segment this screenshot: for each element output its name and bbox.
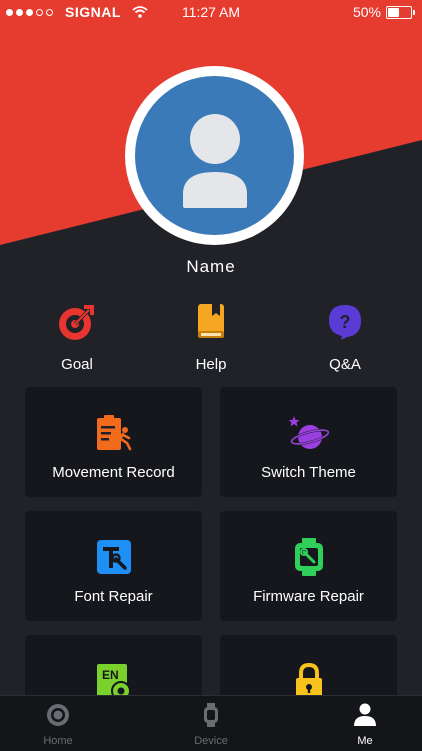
user-silhouette-icon: [183, 114, 247, 208]
svg-text:EN: EN: [102, 668, 119, 682]
avatar: [135, 76, 294, 235]
goal-button[interactable]: Goal: [22, 302, 132, 373]
font-repair-label: Font Repair: [74, 588, 153, 605]
tab-me[interactable]: Me: [325, 702, 405, 747]
profile-name[interactable]: Name: [0, 257, 422, 277]
tab-device-label: Device: [194, 735, 228, 747]
battery-icon: [386, 5, 415, 19]
person-icon: [354, 703, 376, 726]
qa-button[interactable]: ? Q&A: [290, 302, 400, 373]
movement-record-label: Movement Record: [52, 464, 175, 481]
help-button[interactable]: Help: [156, 302, 266, 373]
help-label: Help: [195, 356, 227, 373]
movement-record-icon: [96, 415, 131, 451]
firmware-repair-icon: [294, 538, 323, 576]
qa-icon: ?: [329, 305, 361, 340]
svg-text:?: ?: [340, 312, 351, 332]
status-bar: SIGNAL 11:27 AM 50%: [0, 0, 422, 24]
font-repair-icon: [96, 540, 131, 574]
movement-record-card[interactable]: Movement Record: [25, 387, 202, 497]
battery-percent: 50%: [352, 4, 381, 20]
tab-bar: Home Device Me: [0, 695, 422, 751]
switch-theme-label: Switch Theme: [261, 464, 356, 481]
tab-device[interactable]: Device: [171, 702, 251, 747]
firmware-repair-card[interactable]: Firmware Repair: [220, 511, 397, 621]
planet-theme-icon: [288, 416, 330, 449]
goal-label: Goal: [61, 356, 93, 373]
battery-fill: [388, 7, 399, 17]
home-ring-icon: [47, 704, 69, 726]
goal-icon: [59, 305, 94, 340]
help-book-icon: [198, 304, 224, 338]
tab-me-label: Me: [357, 735, 373, 747]
tab-home[interactable]: Home: [18, 702, 98, 747]
firmware-repair-label: Firmware Repair: [253, 588, 364, 605]
qa-label: Q&A: [329, 356, 361, 373]
font-repair-card[interactable]: Font Repair: [25, 511, 202, 621]
tab-home-label: Home: [43, 735, 73, 747]
avatar-button[interactable]: [125, 66, 304, 245]
switch-theme-card[interactable]: Switch Theme: [220, 387, 397, 497]
watch-icon: [204, 703, 218, 727]
